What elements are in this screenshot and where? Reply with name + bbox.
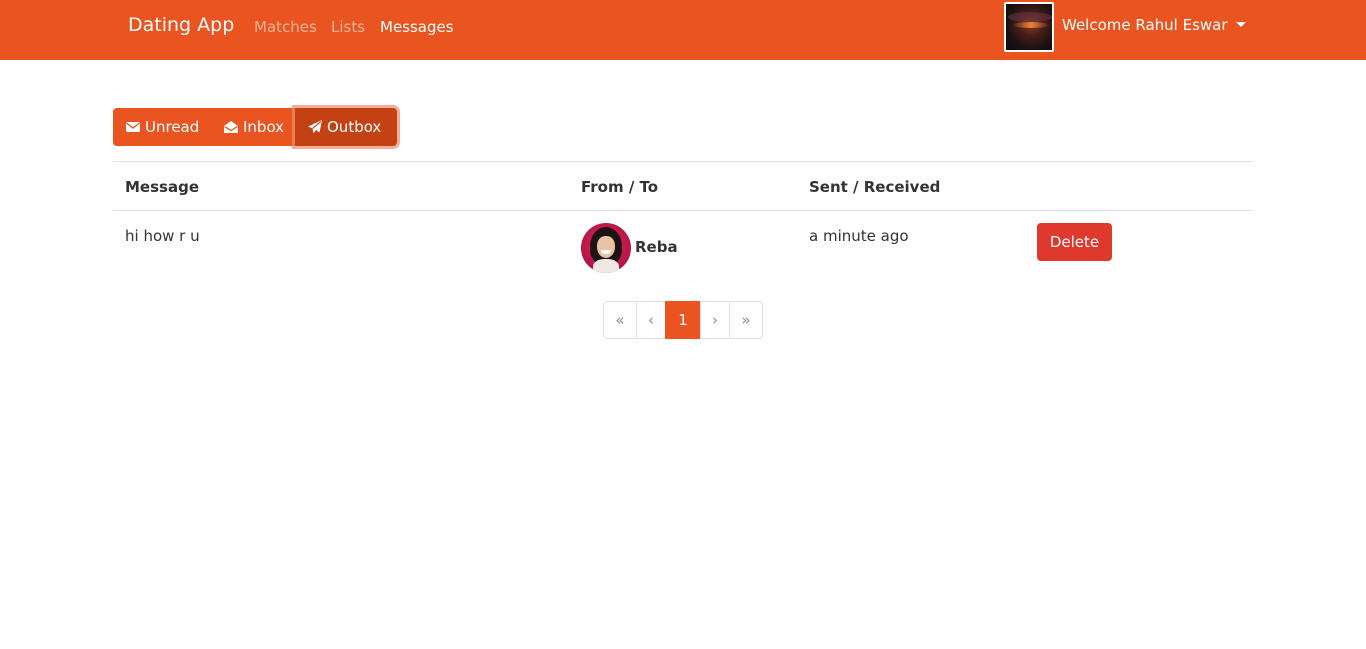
avatar-photo-detail xyxy=(597,236,615,258)
pagination: « ‹ 1 › » xyxy=(603,301,763,339)
column-header-message: Message xyxy=(125,178,199,196)
nav-link-matches[interactable]: Matches xyxy=(254,18,317,36)
paper-plane-icon xyxy=(307,119,323,135)
unread-label: Unread xyxy=(145,118,200,136)
nav-link-messages[interactable]: Messages xyxy=(380,18,454,36)
brand-logo-link[interactable]: Dating App xyxy=(128,14,234,36)
inbox-label: Inbox xyxy=(243,118,285,136)
user-dropdown-toggle[interactable]: Welcome Rahul Eswar xyxy=(1062,16,1246,34)
pagination-prev[interactable]: ‹ xyxy=(636,301,666,339)
nav-link-lists[interactable]: Lists xyxy=(331,18,365,36)
recipient-name: Reba xyxy=(635,238,678,256)
avatar-photo-detail xyxy=(1008,12,1052,22)
avatar-photo-detail xyxy=(1012,22,1050,28)
outbox-label: Outbox xyxy=(327,118,382,136)
recipient-avatar[interactable] xyxy=(581,223,631,273)
message-time: a minute ago xyxy=(809,227,909,245)
navbar: Dating App Matches Lists Messages Welcom… xyxy=(0,0,1366,60)
outbox-button[interactable]: Outbox xyxy=(295,108,397,146)
inbox-button[interactable]: Inbox xyxy=(211,108,295,146)
pagination-next[interactable]: › xyxy=(700,301,730,339)
table-header-divider xyxy=(113,210,1252,211)
table-top-border xyxy=(113,161,1252,162)
envelope-icon xyxy=(125,119,141,135)
avatar-photo-detail xyxy=(593,259,619,273)
user-welcome-label: Welcome Rahul Eswar xyxy=(1062,16,1228,34)
caret-down-icon xyxy=(1235,22,1246,27)
column-header-sent-received: Sent / Received xyxy=(809,178,941,196)
message-content: hi how r u xyxy=(125,227,200,245)
pagination-page-1[interactable]: 1 xyxy=(665,301,701,339)
column-header-from-to: From / To xyxy=(581,178,659,196)
envelope-open-icon xyxy=(223,119,239,135)
pagination-last[interactable]: » xyxy=(729,301,763,339)
pagination-first[interactable]: « xyxy=(603,301,637,339)
unread-button[interactable]: Unread xyxy=(113,108,211,146)
message-filter-group: Unread Inbox Outbox xyxy=(113,108,397,146)
delete-button[interactable]: Delete xyxy=(1037,223,1112,261)
user-avatar[interactable] xyxy=(1004,2,1054,52)
